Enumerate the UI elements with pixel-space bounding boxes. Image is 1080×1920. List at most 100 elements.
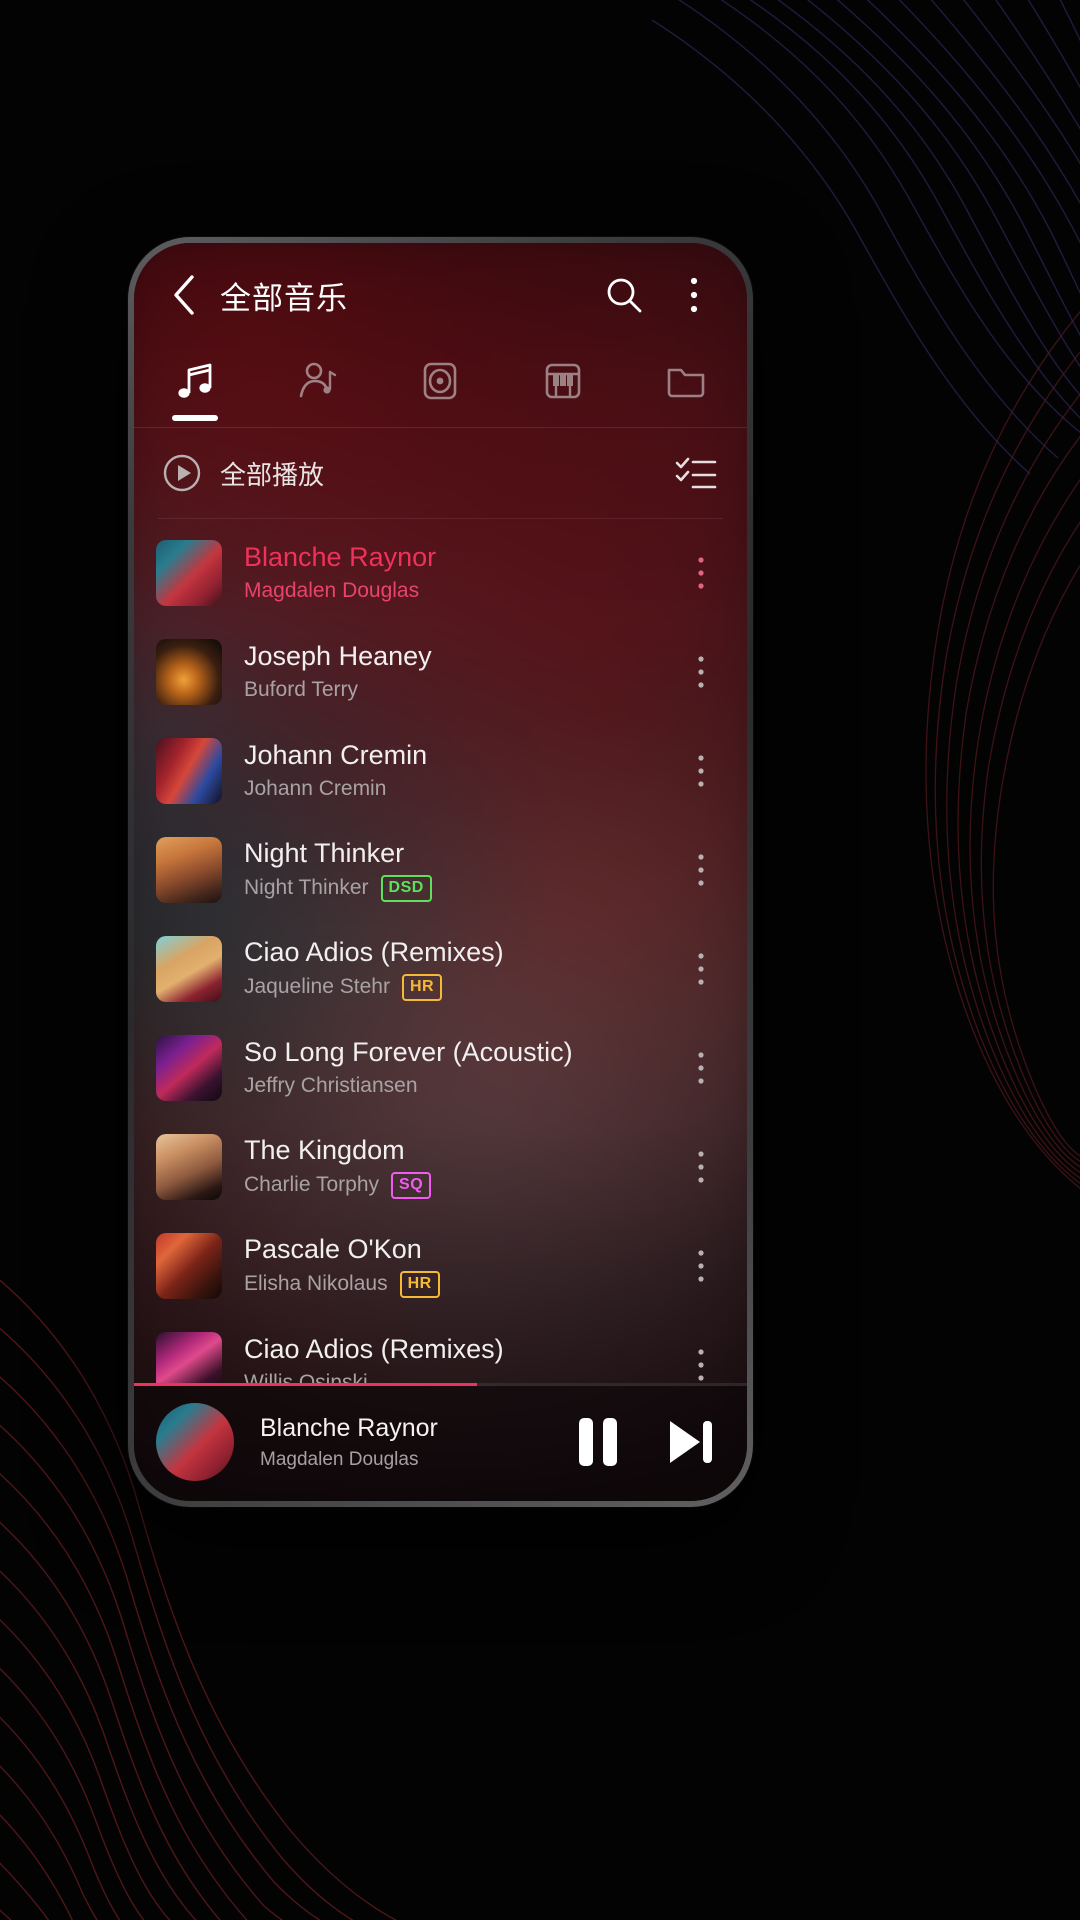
play-all-label: 全部播放: [220, 459, 325, 490]
topographic-lines-right: [750, 300, 1080, 1200]
song-title: Pascale O'Kon: [244, 1233, 422, 1264]
song-row[interactable]: Johann Cremin Johann Cremin: [134, 721, 747, 820]
more-vertical-icon: [698, 853, 704, 886]
song-more-button[interactable]: [677, 639, 725, 705]
song-row[interactable]: Joseph Heaney Buford Terry: [134, 622, 747, 721]
more-vertical-icon: [698, 754, 704, 787]
song-subtitle: Johann Cremin: [244, 777, 677, 801]
play-circle-icon: [160, 451, 204, 495]
album-art: [156, 737, 222, 804]
song-artist: Jeffry Christiansen: [244, 1074, 418, 1097]
song-row[interactable]: So Long Forever (Acoustic) Jeffry Christ…: [134, 1018, 747, 1117]
song-subtitle: Jeffry Christiansen: [244, 1074, 677, 1098]
playback-progress-fill: [134, 1383, 478, 1386]
song-title: So Long Forever (Acoustic): [244, 1037, 573, 1067]
song-row[interactable]: Blanche Raynor Magdalen Douglas: [134, 523, 747, 622]
now-playing-title: Blanche Raynor: [260, 1413, 438, 1442]
song-more-button[interactable]: [677, 837, 725, 903]
song-row[interactable]: Pascale O'Kon Elisha Nikolaus HR: [134, 1216, 747, 1315]
song-more-button[interactable]: [677, 540, 725, 606]
song-subtitle: Willis Osinski: [244, 1371, 677, 1383]
search-icon: [607, 278, 642, 313]
active-tab-indicator: [172, 415, 219, 421]
now-playing-meta: Blanche Raynor Magdalen Douglas: [260, 1414, 569, 1471]
artist-icon: [295, 354, 341, 408]
chevron-left-icon: [174, 275, 194, 315]
song-title: Night Thinker: [244, 837, 405, 868]
song-meta: Johann Cremin Johann Cremin: [244, 740, 677, 801]
checklist-icon: [675, 457, 717, 489]
now-playing-bar[interactable]: Blanche Raynor Magdalen Douglas: [134, 1383, 747, 1501]
more-vertical-icon: [698, 1249, 704, 1282]
tab-genres[interactable]: [502, 347, 625, 427]
phone-device-frame: 全部音乐 全部播放 Blanche Raynor Magdalen Dougla…: [128, 237, 753, 1507]
tab-indicator-inactive: [540, 415, 586, 421]
song-subtitle: Elisha Nikolaus HR: [244, 1270, 677, 1298]
quality-badge: HR: [399, 1270, 440, 1298]
song-meta: Joseph Heaney Buford Terry: [244, 641, 677, 702]
song-artist: Jaqueline Stehr: [244, 975, 390, 998]
song-row[interactable]: The Kingdom Charlie Torphy SQ: [134, 1117, 747, 1216]
play-all-row[interactable]: 全部播放: [134, 428, 747, 518]
skip-next-icon: [670, 1421, 712, 1463]
folder-icon: [663, 354, 709, 408]
song-list[interactable]: Blanche Raynor Magdalen Douglas Joseph H…: [134, 519, 747, 1383]
pause-icon: [579, 1418, 617, 1466]
album-art: [156, 1133, 222, 1200]
song-row[interactable]: Night Thinker Night Thinker DSD: [134, 820, 747, 919]
music-note-icon: [172, 354, 218, 408]
quality-badge: DSD: [380, 874, 432, 902]
tab-albums[interactable]: [379, 347, 502, 427]
multiselect-button[interactable]: [671, 448, 721, 498]
song-more-button[interactable]: [677, 1035, 725, 1101]
tab-folders[interactable]: [624, 347, 747, 427]
more-vertical-icon: [698, 1150, 704, 1183]
app-bar-actions: [597, 268, 721, 322]
more-vertical-icon: [698, 1051, 704, 1084]
song-more-button[interactable]: [677, 1332, 725, 1384]
song-subtitle: Charlie Torphy SQ: [244, 1171, 677, 1199]
album-art: [156, 1232, 222, 1299]
overflow-menu-button[interactable]: [667, 268, 721, 322]
song-row[interactable]: Ciao Adios (Remixes) Willis Osinski: [134, 1315, 747, 1383]
song-title: Blanche Raynor: [244, 542, 437, 572]
app-bar: 全部音乐: [134, 243, 747, 347]
more-vertical-icon: [698, 952, 704, 985]
song-more-button[interactable]: [677, 1134, 725, 1200]
song-more-button[interactable]: [677, 936, 725, 1002]
phone-screen: 全部音乐 全部播放 Blanche Raynor Magdalen Dougla…: [134, 243, 747, 1501]
song-meta: Pascale O'Kon Elisha Nikolaus HR: [244, 1234, 677, 1298]
song-row[interactable]: Ciao Adios (Remixes) Jaqueline Stehr HR: [134, 919, 747, 1018]
song-meta: Ciao Adios (Remixes) Jaqueline Stehr HR: [244, 937, 677, 1001]
tab-indicator-inactive: [417, 415, 463, 421]
pause-button[interactable]: [569, 1413, 627, 1471]
album-art: [156, 539, 222, 606]
quality-badge: SQ: [391, 1171, 432, 1199]
song-more-button[interactable]: [677, 738, 725, 804]
page-title: 全部音乐: [220, 280, 348, 316]
back-button[interactable]: [158, 269, 210, 321]
playback-progress-track[interactable]: [134, 1383, 747, 1386]
song-artist: Buford Terry: [244, 678, 358, 701]
more-vertical-icon: [698, 1348, 704, 1381]
more-vertical-icon: [690, 277, 698, 313]
album-art: [156, 1034, 222, 1101]
album-art: [156, 836, 222, 903]
album-art: [156, 638, 222, 705]
more-vertical-icon: [698, 556, 704, 589]
song-artist: Elisha Nikolaus: [244, 1272, 388, 1295]
tab-artists[interactable]: [257, 347, 380, 427]
album-art: [156, 1331, 222, 1383]
now-playing-album-art[interactable]: [156, 1403, 234, 1481]
tab-songs[interactable]: [134, 347, 257, 427]
song-artist: Willis Osinski: [244, 1371, 368, 1383]
next-track-button[interactable]: [661, 1413, 719, 1471]
song-more-button[interactable]: [677, 1233, 725, 1299]
piano-keys-icon: [540, 354, 586, 408]
album-disc-icon: [417, 354, 463, 408]
song-artist: Charlie Torphy: [244, 1173, 380, 1196]
album-art: [156, 935, 222, 1002]
song-subtitle: Jaqueline Stehr HR: [244, 973, 677, 1001]
song-subtitle: Night Thinker DSD: [244, 874, 677, 902]
search-button[interactable]: [597, 268, 651, 322]
